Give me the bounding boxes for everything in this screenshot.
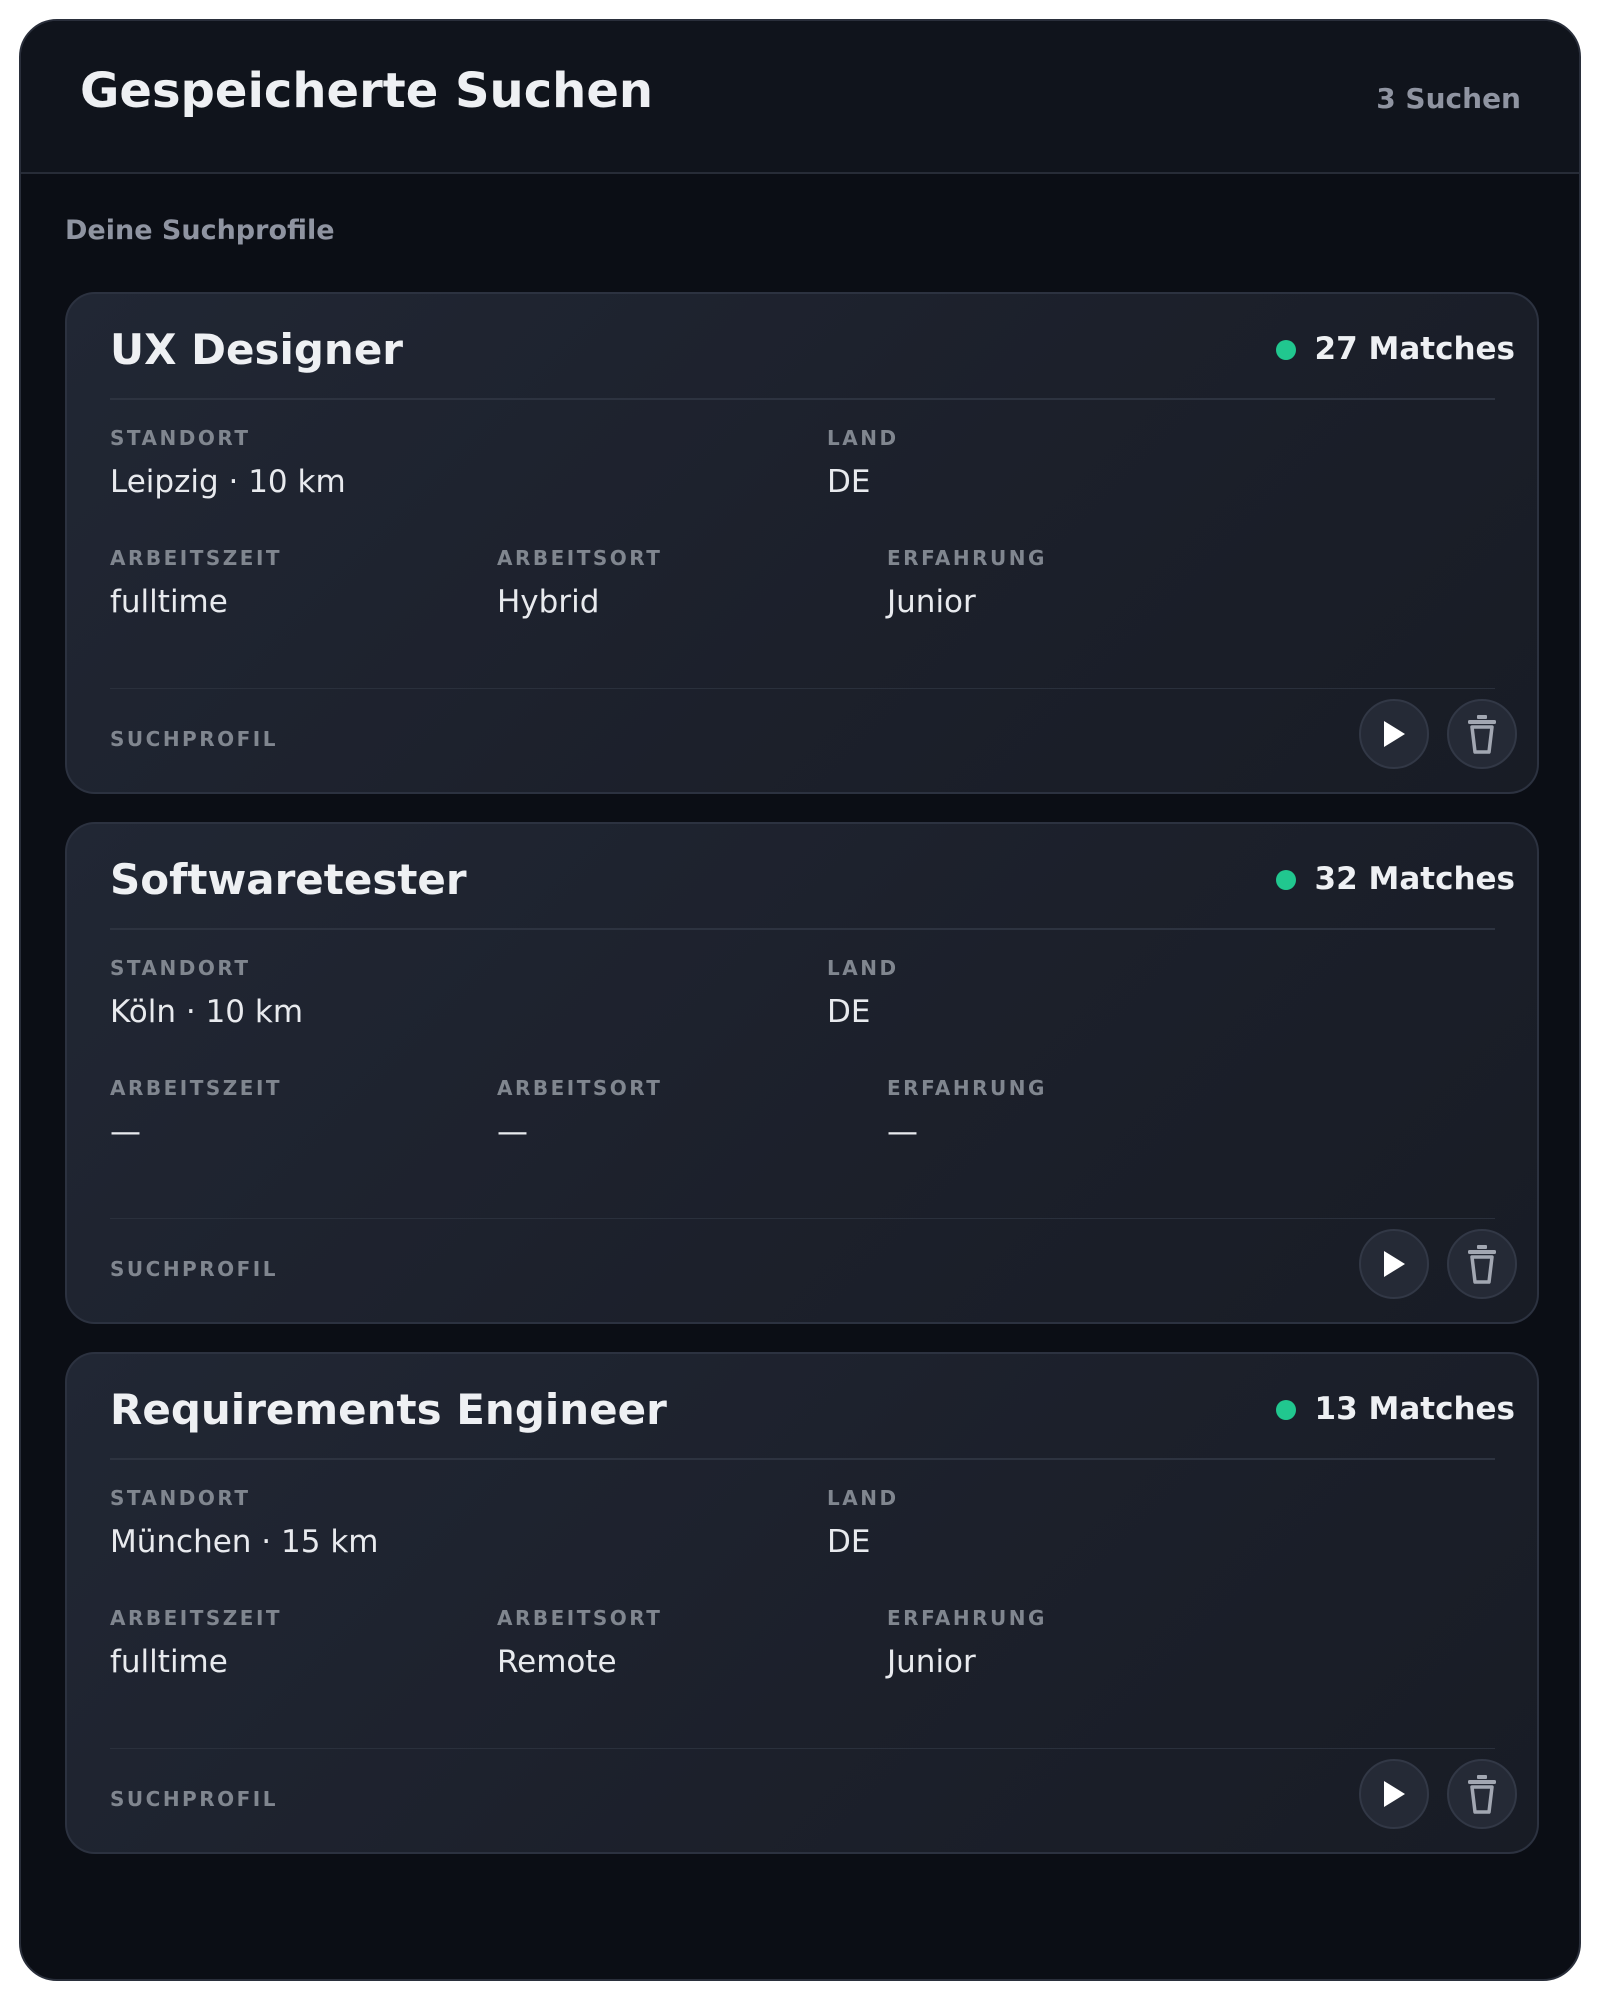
search-title: Softwaretester bbox=[110, 855, 467, 904]
erfahrung-label: ERFAHRUNG bbox=[887, 546, 1047, 570]
run-search-button[interactable] bbox=[1359, 699, 1429, 769]
arbeitsort-value: Hybrid bbox=[497, 584, 600, 620]
land-value: DE bbox=[827, 1524, 871, 1560]
land-value: DE bbox=[827, 994, 871, 1030]
play-icon bbox=[1384, 1781, 1405, 1807]
play-icon bbox=[1384, 1251, 1405, 1277]
trash-icon bbox=[1468, 715, 1496, 754]
match-count-label: 13 Matches bbox=[1314, 1391, 1515, 1427]
standort-label: STANDORT bbox=[110, 426, 251, 450]
land-label: LAND bbox=[827, 956, 899, 980]
search-card: Softwaretester 32 Matches STANDORT Köln … bbox=[65, 822, 1539, 1324]
erfahrung-value: — bbox=[887, 1114, 918, 1150]
trash-icon bbox=[1468, 1245, 1496, 1284]
divider bbox=[110, 688, 1495, 689]
header: Gespeicherte Suchen 3 Suchen bbox=[21, 21, 1579, 174]
erfahrung-label: ERFAHRUNG bbox=[887, 1076, 1047, 1100]
arbeitszeit-value: — bbox=[110, 1114, 141, 1150]
search-card: UX Designer 27 Matches STANDORT Leipzig … bbox=[65, 292, 1539, 794]
search-card: Requirements Engineer 13 Matches STANDOR… bbox=[65, 1352, 1539, 1854]
land-label: LAND bbox=[827, 426, 899, 450]
erfahrung-value: Junior bbox=[887, 1644, 976, 1680]
delete-search-button[interactable] bbox=[1447, 1759, 1517, 1829]
status-dot-icon bbox=[1275, 339, 1296, 360]
standort-value: München · 15 km bbox=[110, 1524, 379, 1560]
match-count-label: 32 Matches bbox=[1314, 861, 1515, 897]
match-count: 27 Matches bbox=[1275, 331, 1515, 367]
run-search-button[interactable] bbox=[1359, 1229, 1429, 1299]
suchprofil-label: SUCHPROFIL bbox=[110, 1787, 278, 1811]
arbeitsort-label: ARBEITSORT bbox=[497, 1606, 663, 1630]
arbeitsort-value: — bbox=[497, 1114, 528, 1150]
divider bbox=[110, 398, 1495, 400]
saved-searches-panel: Gespeicherte Suchen 3 Suchen Deine Suchp… bbox=[19, 19, 1581, 1981]
arbeitszeit-value: fulltime bbox=[110, 1644, 228, 1680]
delete-search-button[interactable] bbox=[1447, 699, 1517, 769]
arbeitsort-value: Remote bbox=[497, 1644, 617, 1680]
standort-value: Leipzig · 10 km bbox=[110, 464, 346, 500]
run-search-button[interactable] bbox=[1359, 1759, 1429, 1829]
arbeitszeit-label: ARBEITSZEIT bbox=[110, 1076, 283, 1100]
match-count: 13 Matches bbox=[1275, 1391, 1515, 1427]
divider bbox=[110, 928, 1495, 930]
divider bbox=[110, 1458, 1495, 1460]
arbeitsort-label: ARBEITSORT bbox=[497, 1076, 663, 1100]
erfahrung-value: Junior bbox=[887, 584, 976, 620]
suchprofil-label: SUCHPROFIL bbox=[110, 1257, 278, 1281]
page-title: Gespeicherte Suchen bbox=[80, 63, 654, 119]
status-dot-icon bbox=[1275, 869, 1296, 890]
land-label: LAND bbox=[827, 1486, 899, 1510]
search-title: UX Designer bbox=[110, 325, 404, 374]
erfahrung-label: ERFAHRUNG bbox=[887, 1606, 1047, 1630]
standort-label: STANDORT bbox=[110, 1486, 251, 1510]
arbeitszeit-label: ARBEITSZEIT bbox=[110, 546, 283, 570]
status-dot-icon bbox=[1275, 1399, 1296, 1420]
delete-search-button[interactable] bbox=[1447, 1229, 1517, 1299]
section-label: Deine Suchprofile bbox=[65, 215, 335, 246]
trash-icon bbox=[1468, 1775, 1496, 1814]
play-icon bbox=[1384, 721, 1405, 747]
land-value: DE bbox=[827, 464, 871, 500]
divider bbox=[110, 1748, 1495, 1749]
standort-label: STANDORT bbox=[110, 956, 251, 980]
match-count: 32 Matches bbox=[1275, 861, 1515, 897]
arbeitszeit-value: fulltime bbox=[110, 584, 228, 620]
standort-value: Köln · 10 km bbox=[110, 994, 304, 1030]
divider bbox=[110, 1218, 1495, 1219]
search-count: 3 Suchen bbox=[1376, 82, 1521, 115]
match-count-label: 27 Matches bbox=[1314, 331, 1515, 367]
arbeitszeit-label: ARBEITSZEIT bbox=[110, 1606, 283, 1630]
suchprofil-label: SUCHPROFIL bbox=[110, 727, 278, 751]
search-title: Requirements Engineer bbox=[110, 1385, 667, 1434]
arbeitsort-label: ARBEITSORT bbox=[497, 546, 663, 570]
